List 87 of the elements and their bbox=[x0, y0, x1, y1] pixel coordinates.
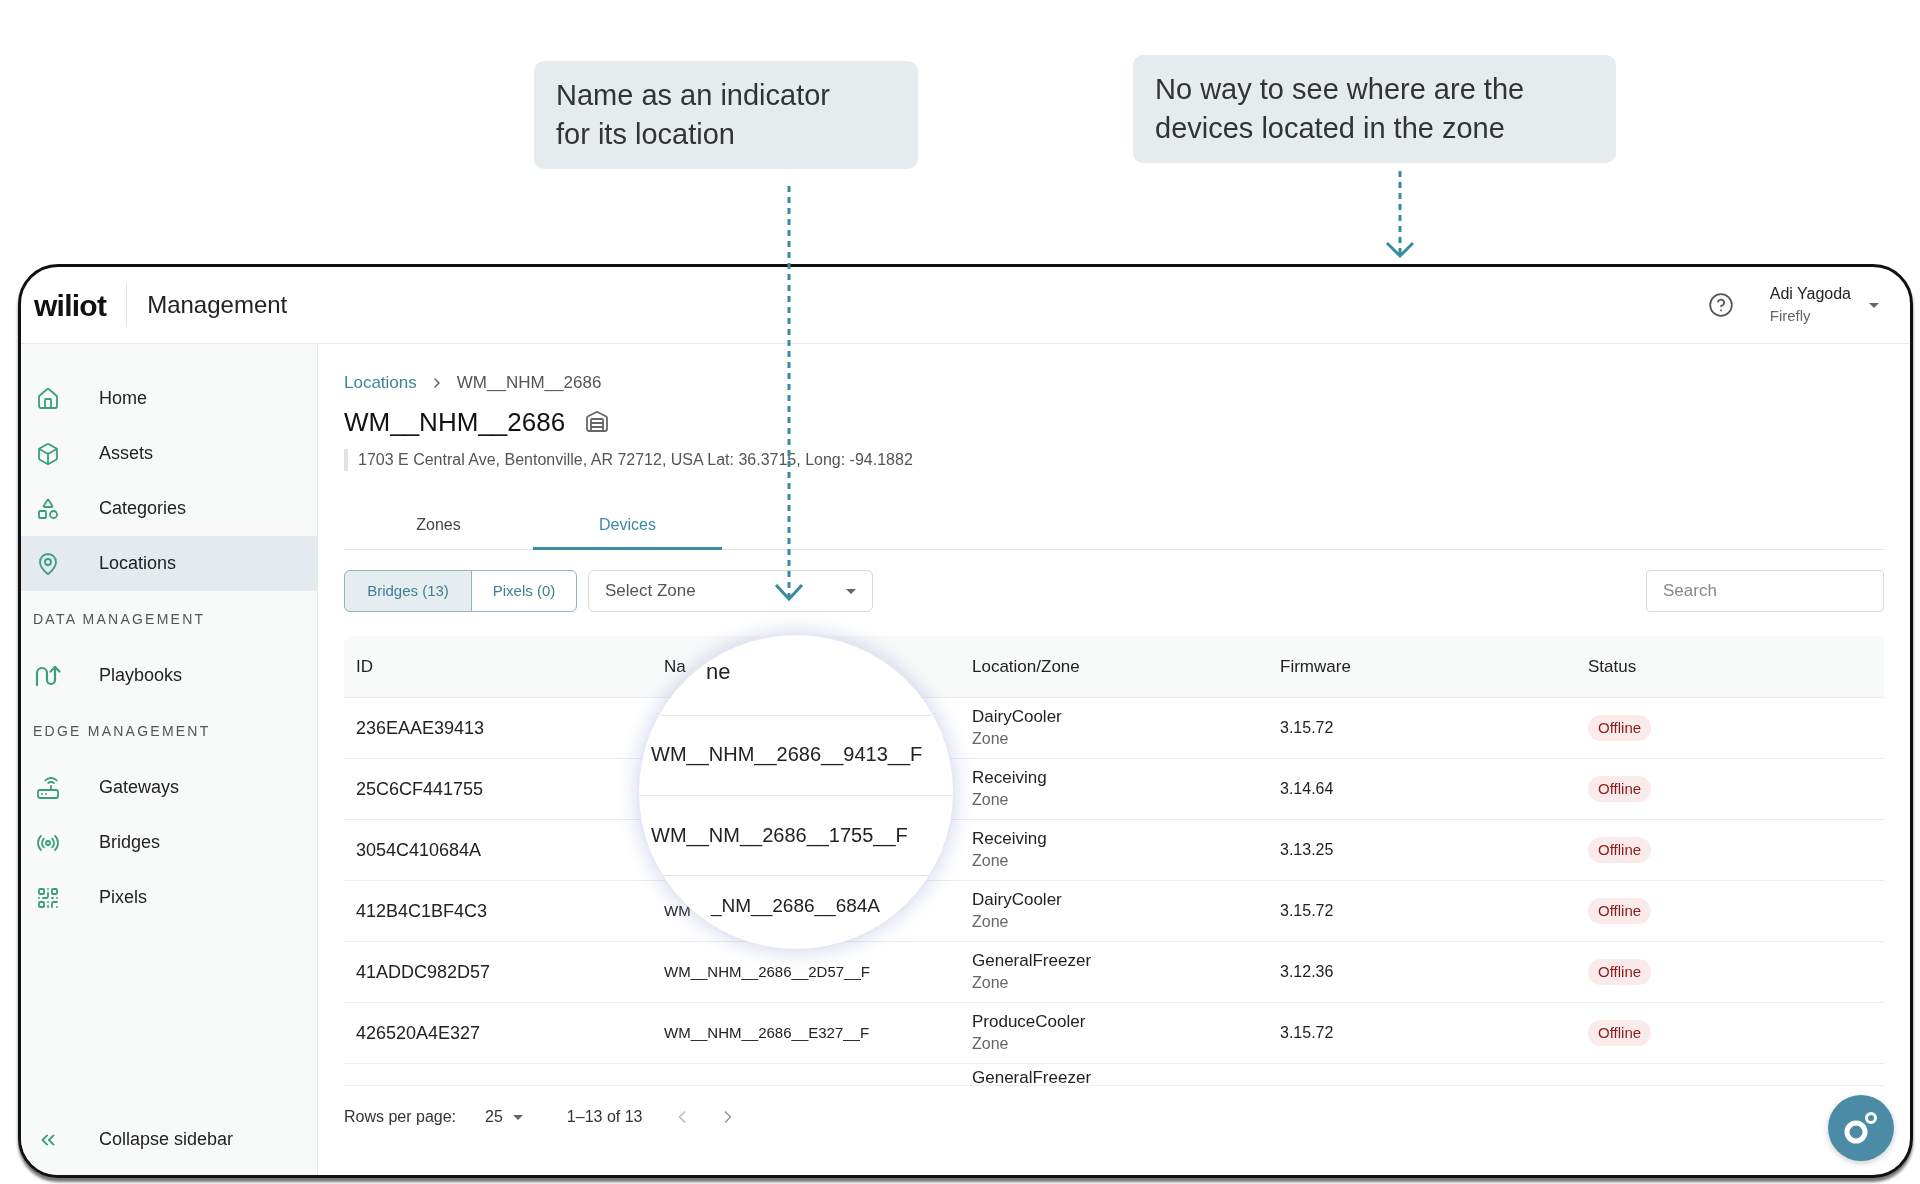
column-header: Location/Zone bbox=[972, 656, 1080, 676]
location-type-text: Zone bbox=[972, 973, 1009, 993]
callout-text: Name as an indicator for its location bbox=[556, 78, 832, 152]
magnified-name-text: WM__NM__2686__1755__F bbox=[651, 823, 908, 847]
device-type-toggle[interactable]: Pixels (0) bbox=[471, 570, 577, 612]
section-label: EDGE MANAGEMENT bbox=[32, 722, 212, 741]
status-badge: Offline bbox=[1588, 776, 1652, 802]
firmware-text: 3.14.64 bbox=[1280, 780, 1334, 797]
magnified-name-text: WM__NHM__2686__9413__F bbox=[651, 742, 923, 766]
sidebar-item[interactable]: Locations bbox=[21, 536, 317, 591]
device-name-text: WM__NHM__2686__2D57__F bbox=[664, 963, 870, 980]
device-id-text: 412B4C1BF4C3 bbox=[356, 900, 488, 921]
tab[interactable]: Devices bbox=[533, 502, 722, 550]
floating-action-button[interactable] bbox=[1828, 1095, 1894, 1161]
breadcrumb-current-text: WM__NHM__2686 bbox=[456, 372, 602, 395]
qr-code-icon bbox=[36, 885, 60, 910]
zone-select[interactable]: Select Zone bbox=[588, 570, 873, 612]
app-title: Management bbox=[147, 290, 288, 320]
location-type-text: Zone bbox=[972, 851, 1009, 871]
sidebar-item[interactable]: Categories bbox=[21, 481, 317, 536]
curve-arrow-icon bbox=[35, 663, 61, 688]
firmware-text: 3.15.72 bbox=[1280, 1024, 1334, 1041]
device-name-text: WM bbox=[664, 902, 691, 919]
firmware-text: 3.13.25 bbox=[1280, 841, 1334, 858]
help-icon[interactable] bbox=[1707, 292, 1734, 318]
map-pin-icon bbox=[36, 551, 60, 576]
device-type-toggle[interactable]: Bridges (13) bbox=[344, 570, 472, 612]
collapse-sidebar-button[interactable]: Collapse sidebar bbox=[21, 1112, 317, 1167]
column-header: Na bbox=[664, 656, 686, 676]
firmware-text: 3.15.72 bbox=[1280, 902, 1334, 919]
device-id-text: 25C6CF441755 bbox=[356, 778, 484, 799]
column-header: ID bbox=[356, 656, 373, 676]
location-name-text: DairyCooler bbox=[972, 706, 1062, 728]
location-name-text: GeneralFreezer bbox=[972, 1068, 1092, 1087]
status-badge: Offline bbox=[1588, 715, 1652, 741]
home-icon bbox=[36, 386, 60, 411]
address-text: 1703 E Central Ave, Bentonville, AR 72712, USA Lat: 36.3715, Long: -94.1882 bbox=[344, 449, 913, 471]
rows-per-page-select[interactable]: 25 bbox=[485, 1105, 523, 1129]
tab[interactable]: Zones bbox=[344, 502, 533, 550]
location-type-text: Zone bbox=[972, 790, 1009, 810]
sidebar-item[interactable]: Bridges bbox=[21, 815, 317, 870]
page-title: WM__NHM__2686 bbox=[344, 405, 566, 439]
user-org-text: Firefly bbox=[1769, 306, 1812, 326]
box-icon bbox=[36, 441, 60, 466]
device-id-text: 426520A4E327 bbox=[356, 1022, 481, 1043]
magnified-name-text: _NM__2686__684A bbox=[711, 896, 881, 916]
firmware-text: 3.15.72 bbox=[1280, 719, 1334, 736]
rings-icon bbox=[1843, 1110, 1879, 1146]
sidebar-item[interactable]: Home bbox=[21, 371, 317, 426]
location-name-text: Receiving bbox=[972, 767, 1047, 789]
location-name-text: Receiving bbox=[972, 828, 1047, 850]
device-id-text: 236EAAE39413 bbox=[356, 717, 485, 738]
device-id-text: 3054C410684A bbox=[356, 839, 482, 860]
status-badge: Offline bbox=[1588, 959, 1652, 985]
device-id-text: 41ADDC982D57 bbox=[356, 961, 491, 982]
router-icon bbox=[36, 775, 60, 800]
sidebar-item[interactable]: Pixels bbox=[21, 870, 317, 925]
location-name-text: ProduceCooler bbox=[972, 1011, 1086, 1033]
status-badge: Offline bbox=[1588, 837, 1652, 863]
page-range-text: 1–13 of 13 bbox=[566, 1107, 643, 1127]
device-name-text: WM__NHM__2686__E327__F bbox=[664, 1024, 870, 1041]
sidebar-item[interactable]: Assets bbox=[21, 426, 317, 481]
section-label: DATA MANAGEMENT bbox=[32, 610, 207, 629]
location-type-text: Zone bbox=[972, 1034, 1009, 1054]
caret-down-icon bbox=[512, 1114, 523, 1120]
location-name-text: GeneralFreezer bbox=[972, 950, 1092, 972]
shapes-icon bbox=[36, 496, 60, 521]
callout-text: No way to see where are the devices located in the zone bbox=[1155, 72, 1526, 146]
breadcrumb-link[interactable]: Locations bbox=[344, 370, 417, 396]
status-badge: Offline bbox=[1588, 898, 1652, 924]
location-type-text: Zone bbox=[972, 729, 1009, 749]
sidebar-item[interactable]: Playbooks bbox=[21, 648, 317, 703]
magnified-heading-text: ne bbox=[706, 659, 731, 685]
column-header: Status bbox=[1588, 656, 1637, 676]
firmware-text: 3.12.36 bbox=[1280, 963, 1334, 980]
status-badge: Offline bbox=[1588, 1020, 1652, 1046]
warehouse-icon bbox=[585, 410, 610, 434]
location-type-text: Zone bbox=[972, 912, 1009, 932]
location-name-text: DairyCooler bbox=[972, 889, 1062, 911]
column-header: Firmware bbox=[1280, 656, 1351, 676]
caret-down-icon bbox=[846, 588, 856, 594]
sidebar-item[interactable]: Gateways bbox=[21, 760, 317, 815]
caret-down-icon bbox=[1869, 302, 1879, 308]
logo: wiliot bbox=[34, 287, 107, 324]
rows-per-page-label: Rows per page: bbox=[344, 1107, 457, 1127]
user-name-text: Adi Yagoda bbox=[1769, 284, 1851, 304]
search-field[interactable]: Search bbox=[1646, 570, 1884, 612]
